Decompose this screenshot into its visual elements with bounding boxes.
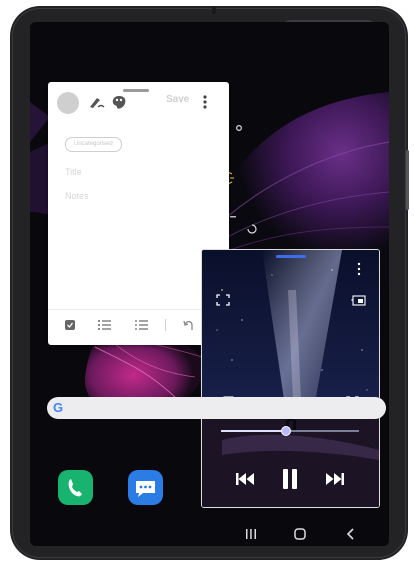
previous-icon[interactable] [235,472,255,486]
bullet-list-icon[interactable] [96,318,112,332]
numbered-list-icon[interactable] [133,318,149,332]
checkbox-icon[interactable] [62,318,78,332]
pip-icon[interactable] [352,295,366,306]
pen-icon[interactable] [88,94,106,110]
window-drag-handle[interactable] [276,255,306,258]
google-search-bar[interactable]: G [47,397,386,419]
save-button[interactable]: Save [166,94,189,105]
next-icon[interactable] [325,472,345,486]
side-button [406,150,409,210]
palette-icon[interactable] [110,94,128,110]
fullscreen-icon[interactable] [216,294,230,306]
category-chip[interactable]: Uncategorised [65,137,122,152]
pause-icon[interactable] [280,468,300,490]
phone-icon [68,479,82,497]
phone-app-icon[interactable] [58,470,93,505]
notes-body-field[interactable]: Notes [65,191,89,201]
kebab-menu-icon[interactable] [356,262,362,276]
title-field[interactable]: Title [65,167,82,177]
toolbar-divider [165,319,166,331]
google-logo: G [53,400,64,415]
seek-bar-progress [221,430,286,432]
kebab-menu-icon[interactable] [202,94,208,110]
messages-icon [136,481,155,497]
window-drag-handle[interactable] [123,89,149,92]
seek-bar[interactable] [221,426,359,436]
seek-bar-thumb[interactable] [280,426,291,436]
recent-apps-button[interactable] [244,527,258,541]
home-button[interactable] [293,527,307,541]
undo-icon[interactable] [182,318,198,332]
back-button[interactable] [344,527,358,541]
hinge-notch [212,6,216,14]
video-popup-window[interactable] [201,249,380,508]
messages-app-icon[interactable] [128,470,163,505]
avatar[interactable] [57,92,79,114]
